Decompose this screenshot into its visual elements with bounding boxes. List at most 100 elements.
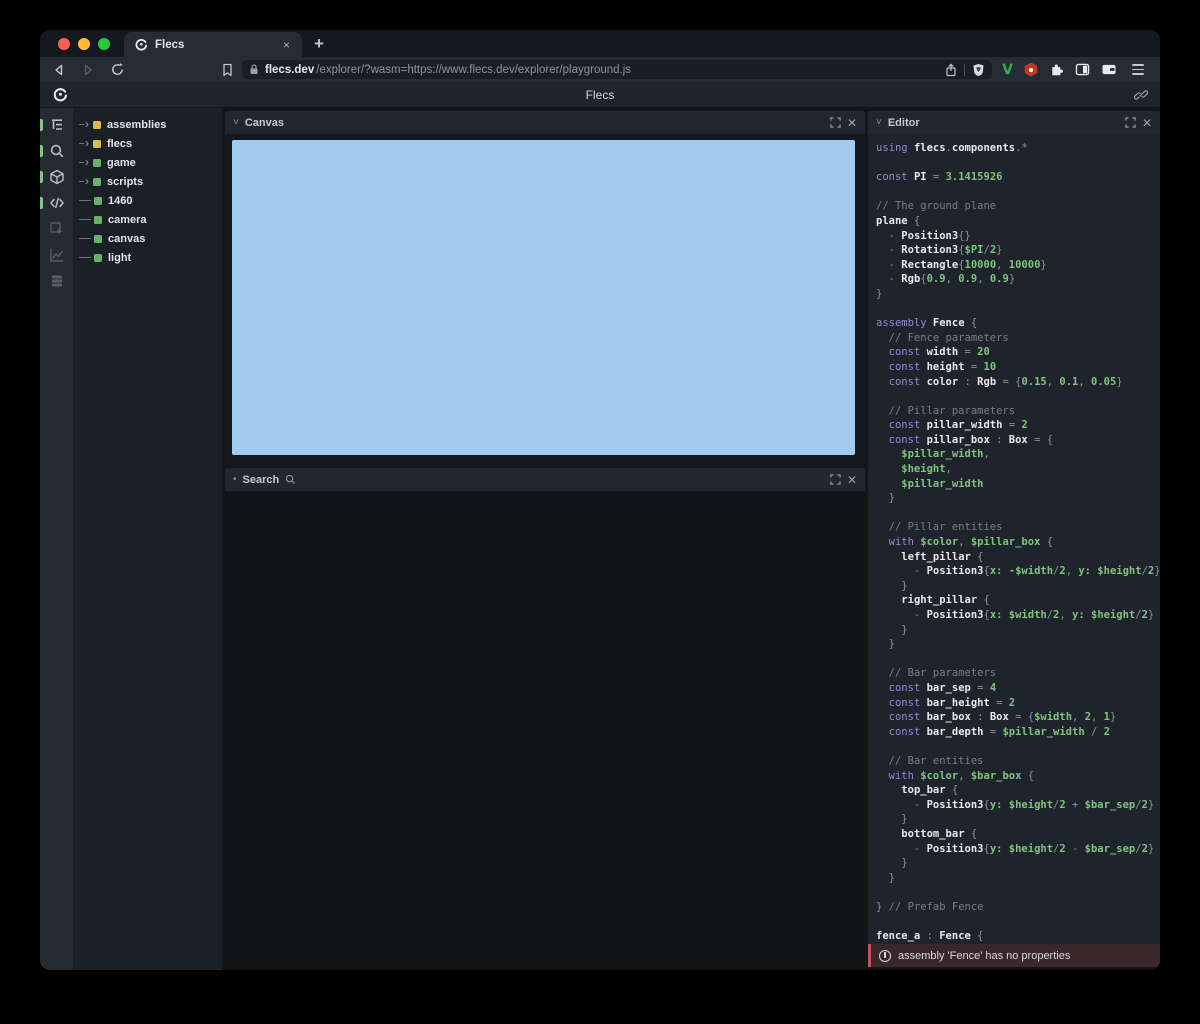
tree-item-scripts[interactable]: › scripts: [73, 172, 222, 191]
editor-panel-header: ˅ Editor ✕: [868, 111, 1160, 134]
tab-favicon-flecs-logo: [134, 38, 148, 52]
sidebar-toggle-icon[interactable]: [1075, 63, 1090, 76]
entity-color-square: [94, 216, 102, 224]
active-indicator: [40, 119, 43, 131]
share-icon[interactable]: [945, 63, 957, 77]
tree-item-canvas[interactable]: canvas: [73, 229, 222, 248]
search-panel-title: Search: [243, 474, 280, 486]
new-tab-button[interactable]: +: [302, 34, 336, 57]
close-panel-icon[interactable]: ✕: [1142, 117, 1152, 129]
tree-item-label: 1460: [108, 195, 132, 207]
zoom-window-button[interactable]: [98, 38, 110, 50]
menu-icon[interactable]: [1128, 64, 1144, 75]
search-icon: [285, 474, 296, 485]
browser-window: Flecs × + flecs.dev /explorer/?wasm=htt: [40, 30, 1160, 970]
url-bar[interactable]: flecs.dev /explorer/?wasm=https://www.fl…: [242, 60, 992, 79]
lock-icon: [249, 64, 259, 75]
app-header: Flecs: [40, 82, 1160, 108]
entity-color-square: [93, 121, 101, 129]
search-panel-header: • Search ✕: [225, 468, 865, 491]
editor-panel: ˅ Editor ✕ using flecs.components.* cons…: [868, 111, 1160, 970]
tree-item-light[interactable]: light: [73, 248, 222, 267]
entity-color-square: [93, 159, 101, 167]
share-link-icon[interactable]: [1134, 88, 1148, 102]
error-bar: assembly 'Fence' has no properties: [868, 944, 1160, 967]
entity-color-square: [94, 235, 102, 243]
tree-item-1460[interactable]: 1460: [73, 191, 222, 210]
active-indicator: [40, 145, 43, 157]
entity-tree: › assemblies › flecs › game › scripts 1460 camera…: [73, 108, 222, 970]
sidebar-code-icon[interactable]: [40, 195, 73, 211]
close-window-button[interactable]: [58, 38, 70, 50]
tree-item-camera[interactable]: camera: [73, 210, 222, 229]
canvas-panel-title: Canvas: [245, 117, 284, 129]
left-icon-strip: [40, 108, 73, 970]
tab-title: Flecs: [155, 39, 272, 51]
reload-button[interactable]: [110, 62, 125, 77]
flecs-logo: [52, 87, 68, 103]
tree-item-label: game: [107, 157, 136, 169]
url-domain: flecs.dev: [265, 64, 314, 76]
back-button[interactable]: [52, 63, 66, 77]
close-panel-icon[interactable]: ✕: [847, 117, 857, 129]
browser-toolbar: flecs.dev /explorer/?wasm=https://www.fl…: [40, 57, 1160, 82]
brave-shield-icon[interactable]: [972, 63, 985, 77]
active-indicator: [40, 171, 43, 183]
bookmark-icon[interactable]: [221, 63, 234, 77]
vue-devtools-icon[interactable]: V: [1002, 62, 1013, 78]
collapse-chevron-icon[interactable]: ˅: [233, 117, 239, 128]
tree-item-flecs[interactable]: › flecs: [73, 134, 222, 153]
entity-color-square: [94, 197, 102, 205]
sidebar-line-chart-icon[interactable]: [40, 247, 73, 263]
browser-tab[interactable]: Flecs ×: [124, 32, 302, 57]
minimize-window-button[interactable]: [78, 38, 90, 50]
tab-close-icon[interactable]: ×: [279, 37, 294, 53]
expand-chevron-icon[interactable]: ›: [85, 119, 89, 129]
tree-item-label: assemblies: [107, 119, 166, 131]
tab-strip: Flecs × +: [40, 30, 1160, 57]
entity-color-square: [93, 140, 101, 148]
tree-item-label: canvas: [108, 233, 145, 245]
tree-item-assemblies[interactable]: › assemblies: [73, 115, 222, 134]
collapsed-bullet-icon[interactable]: •: [233, 474, 237, 485]
close-panel-icon[interactable]: ✕: [847, 474, 857, 486]
expand-chevron-icon[interactable]: ›: [85, 157, 89, 167]
forward-button[interactable]: [81, 63, 95, 77]
canvas-panel: ˅ Canvas ✕: [225, 111, 865, 465]
canvas-panel-body: [225, 134, 865, 465]
sidebar-stats-icon[interactable]: [40, 273, 73, 289]
entity-color-square: [93, 178, 101, 186]
tree-item-label: scripts: [107, 176, 143, 188]
collapse-chevron-icon[interactable]: ˅: [876, 117, 882, 128]
tree-item-game[interactable]: › game: [73, 153, 222, 172]
canvas-panel-header: ˅ Canvas ✕: [225, 111, 865, 134]
wallet-icon[interactable]: [1101, 63, 1117, 76]
url-path: /explorer/?wasm=https://www.flecs.dev/ex…: [316, 64, 939, 76]
adblock-hexagon-icon[interactable]: [1024, 63, 1038, 77]
sidebar-search-icon[interactable]: [40, 143, 73, 159]
canvas-3d-viewport[interactable]: [232, 140, 855, 455]
fullscreen-icon[interactable]: [830, 117, 841, 128]
tree-item-label: light: [108, 252, 131, 264]
sidebar-cube-icon[interactable]: [40, 169, 73, 185]
error-message: assembly 'Fence' has no properties: [898, 950, 1070, 962]
sidebar-tree-view-icon[interactable]: [40, 117, 73, 133]
divider: [964, 64, 965, 76]
extensions-puzzle-icon[interactable]: [1049, 62, 1064, 77]
app-title: Flecs: [40, 88, 1160, 102]
code-area[interactable]: using flecs.components.* const PI = 3.14…: [868, 134, 1160, 944]
sidebar-inspect-icon[interactable]: [40, 221, 73, 237]
fullscreen-icon[interactable]: [1125, 117, 1136, 128]
search-panel-body[interactable]: [225, 491, 865, 970]
tree-item-label: flecs: [107, 138, 132, 150]
error-exclamation-icon: [879, 950, 891, 962]
active-indicator: [40, 197, 43, 209]
editor-panel-title: Editor: [888, 117, 920, 129]
expand-chevron-icon[interactable]: ›: [85, 176, 89, 186]
tree-item-label: camera: [108, 214, 147, 226]
entity-color-square: [94, 254, 102, 262]
search-panel: • Search ✕: [225, 468, 865, 970]
window-controls: [40, 30, 124, 57]
expand-chevron-icon[interactable]: ›: [85, 138, 89, 148]
fullscreen-icon[interactable]: [830, 474, 841, 485]
